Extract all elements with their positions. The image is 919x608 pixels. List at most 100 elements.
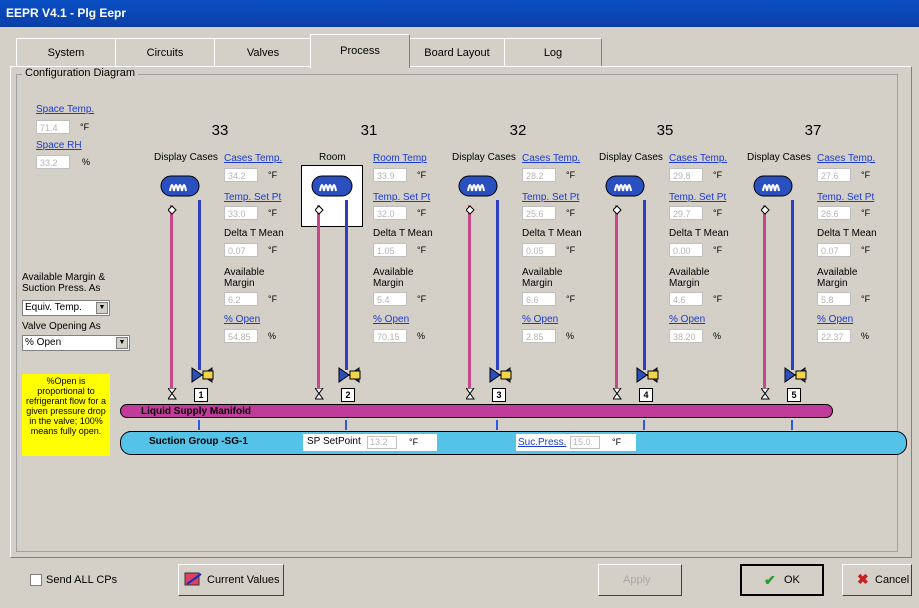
margin-label: Available Margin: [373, 267, 414, 289]
margin-mode-label: Available Margin & Suction Press. As: [22, 272, 106, 294]
circuit-unit-number: 1: [194, 388, 208, 402]
space-temp-link[interactable]: Space Temp.: [36, 104, 94, 115]
valve-opening-label: Valve Opening As: [22, 321, 101, 332]
delta-unit: °F: [268, 245, 278, 255]
send-all-checkbox[interactable]: [30, 574, 42, 586]
liquid-valve-icon: [760, 387, 770, 400]
valve-opening-value: % Open: [25, 337, 62, 348]
tab-log[interactable]: Log: [504, 38, 602, 67]
suction-connector: [643, 420, 645, 430]
tab-process[interactable]: Process: [310, 34, 410, 68]
open-link[interactable]: % Open: [522, 314, 558, 325]
temp-value: 33.9: [373, 168, 407, 182]
setpoint-unit: °F: [713, 208, 723, 218]
circuit-number: 32: [509, 122, 527, 139]
eepr-valve-icon[interactable]: [488, 366, 512, 384]
expansion-valve-icon: [612, 205, 622, 215]
setpoint-link[interactable]: Temp. Set Pt: [522, 192, 579, 203]
chevron-down-icon[interactable]: ▼: [96, 302, 108, 314]
tab-board-layout[interactable]: Board Layout: [408, 38, 506, 67]
setpoint-link[interactable]: Temp. Set Pt: [373, 192, 430, 203]
delta-unit: °F: [417, 245, 427, 255]
temp-value: 34.2: [224, 168, 258, 182]
suction-group-bar: Suction Group -SG-1 SP SetPoint 13.2 °F …: [120, 431, 907, 455]
circuit-unit-number: 5: [787, 388, 801, 402]
setpoint-link[interactable]: Temp. Set Pt: [817, 192, 874, 203]
expansion-valve-icon: [760, 205, 770, 215]
suction-press-link[interactable]: Suc.Press.: [518, 437, 566, 448]
liquid-pipe: [615, 205, 618, 390]
sp-setpoint-unit: °F: [409, 437, 419, 447]
apply-button[interactable]: Apply: [598, 564, 682, 596]
margin-value: 4.6: [669, 292, 703, 306]
open-note: %Open is proportional to refrigerant flo…: [22, 374, 110, 456]
circuit-unit-number: 2: [341, 388, 355, 402]
current-values-button[interactable]: Current Values: [178, 564, 284, 596]
temp-link[interactable]: Cases Temp.: [224, 153, 282, 164]
chevron-down-icon[interactable]: ▼: [116, 337, 128, 349]
space-rh-value: 33.2: [36, 155, 70, 169]
delta-value: 0.05: [522, 243, 556, 257]
suction-press-unit: °F: [612, 437, 622, 447]
eepr-valve-icon[interactable]: [190, 366, 214, 384]
cancel-label: Cancel: [875, 574, 910, 586]
ok-button[interactable]: ✔ OK: [740, 564, 824, 596]
setpoint-link[interactable]: Temp. Set Pt: [669, 192, 726, 203]
eepr-valve-icon[interactable]: [783, 366, 807, 384]
cancel-button[interactable]: ✖ Cancel: [842, 564, 912, 596]
suction-pipe: [643, 200, 646, 370]
open-link[interactable]: % Open: [373, 314, 409, 325]
eepr-valve-icon[interactable]: [337, 366, 361, 384]
temp-value: 28.2: [522, 168, 556, 182]
circuit-number: 33: [211, 122, 229, 139]
liquid-valve-icon: [167, 387, 177, 400]
delta-value: 0.07: [817, 243, 851, 257]
display-case-icon: [605, 173, 645, 199]
temp-unit: °F: [861, 170, 871, 180]
tab-system[interactable]: System: [16, 38, 116, 67]
margin-unit: °F: [566, 294, 576, 304]
setpoint-value: 29.7: [669, 206, 703, 220]
margin-unit: °F: [861, 294, 871, 304]
tab-valves[interactable]: Valves: [214, 38, 312, 67]
suction-press-box: Suc.Press. 15.0 °F: [516, 434, 636, 451]
open-value: 38.20: [669, 329, 703, 343]
circuit-name: Display Cases: [154, 152, 218, 163]
circuit-unit-number: 4: [639, 388, 653, 402]
circuit-number: 37: [804, 122, 822, 139]
setpoint-value: 32.0: [373, 206, 407, 220]
temp-link[interactable]: Room Temp: [373, 153, 427, 164]
tab-circuits[interactable]: Circuits: [115, 38, 215, 67]
open-link[interactable]: % Open: [669, 314, 705, 325]
open-link[interactable]: % Open: [817, 314, 853, 325]
temp-unit: °F: [268, 170, 278, 180]
liquid-pipe: [468, 205, 471, 390]
open-link[interactable]: % Open: [224, 314, 260, 325]
suction-group-label: Suction Group -SG-1: [149, 436, 248, 447]
current-values-label: Current Values: [207, 574, 280, 586]
room-icon: [301, 165, 363, 227]
circuit-name: Display Cases: [747, 152, 811, 163]
send-all-label: Send ALL CPs: [46, 574, 118, 586]
circuit-number: 31: [360, 122, 378, 139]
valve-opening-select[interactable]: % Open ▼: [22, 335, 130, 351]
setpoint-value: 26.6: [817, 206, 851, 220]
margin-label: Available Margin: [522, 267, 563, 289]
eepr-valve-icon[interactable]: [635, 366, 659, 384]
temp-link[interactable]: Cases Temp.: [817, 153, 875, 164]
margin-value: 5.8: [817, 292, 851, 306]
margin-mode-select[interactable]: Equiv. Temp. ▼: [22, 300, 110, 316]
setpoint-unit: °F: [861, 208, 871, 218]
suction-connector: [791, 420, 793, 430]
circuit-number: 35: [656, 122, 674, 139]
temp-value: 27.6: [817, 168, 851, 182]
liquid-pipe: [763, 205, 766, 390]
temp-value: 29.8: [669, 168, 703, 182]
temp-link[interactable]: Cases Temp.: [669, 153, 727, 164]
window-title: EEPR V4.1 - Plg Eepr: [6, 6, 127, 20]
space-rh-link[interactable]: Space RH: [36, 140, 82, 151]
setpoint-link[interactable]: Temp. Set Pt: [224, 192, 281, 203]
temp-link[interactable]: Cases Temp.: [522, 153, 580, 164]
temp-unit: °F: [417, 170, 427, 180]
delta-value: 1.05: [373, 243, 407, 257]
